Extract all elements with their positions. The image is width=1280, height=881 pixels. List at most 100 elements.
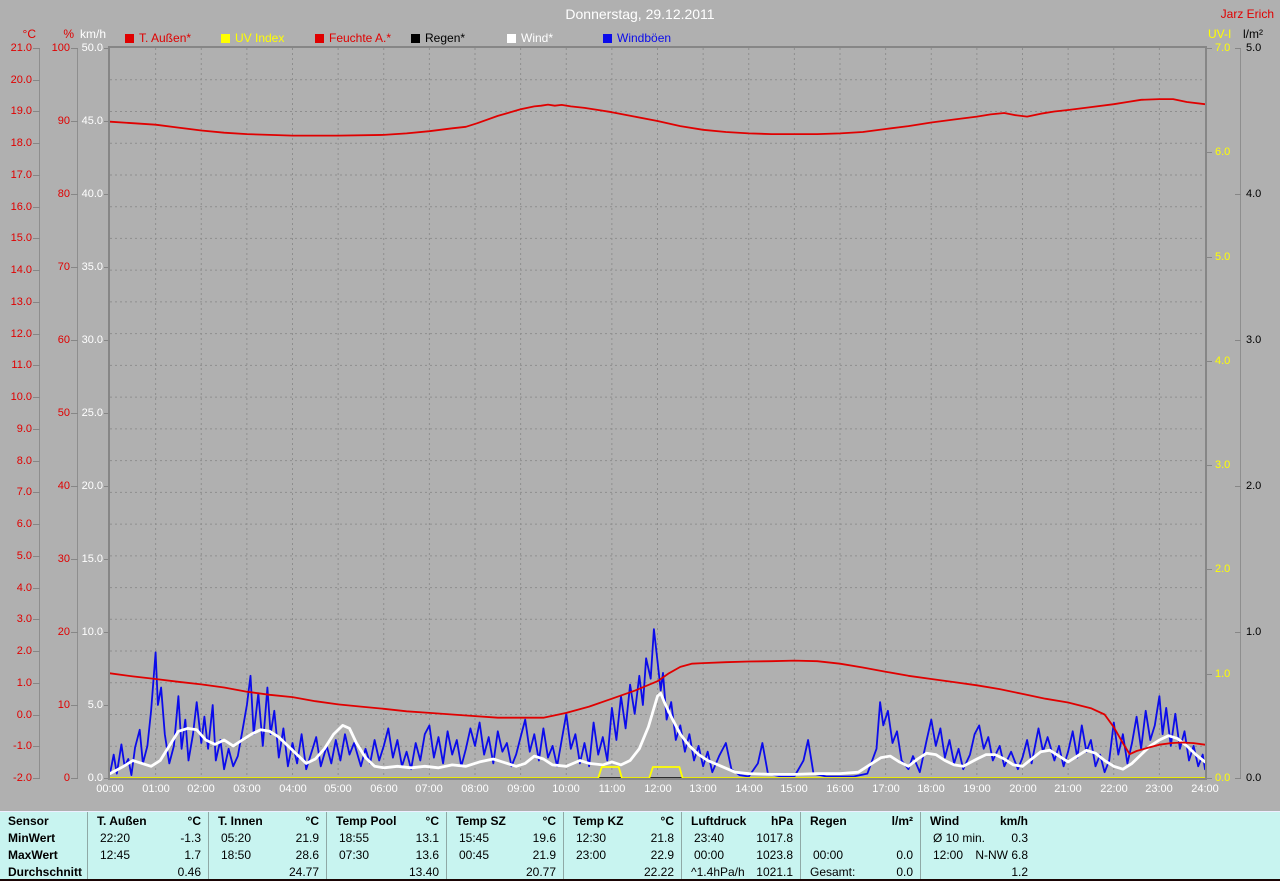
table-row-label: Durchschnitt xyxy=(8,864,82,880)
x-tick-label: 17:00 xyxy=(864,783,908,795)
tick-mark-lpm xyxy=(1235,632,1241,633)
x-tick-label: 03:00 xyxy=(225,783,269,795)
x-tick-label: 23:00 xyxy=(1137,783,1181,795)
tick-label-kmh: 5.0 xyxy=(43,699,103,711)
tick-label-lpm: 0.0 xyxy=(1246,772,1261,784)
table-cell-value: N-NW 6.8 xyxy=(920,847,1028,863)
tick-label-kmh: 40.0 xyxy=(43,188,103,200)
tick-label-kmh: 20.0 xyxy=(43,480,103,492)
tick-mark-celsius xyxy=(33,143,40,144)
legend-label: T. Außen* xyxy=(139,31,191,45)
tick-mark-lpm xyxy=(1235,778,1241,779)
legend-label: Windböen xyxy=(617,31,671,45)
legend-swatch-icon xyxy=(603,34,612,43)
table-cell-value: 1.2 xyxy=(920,864,1028,880)
tick-label-uv: 3.0 xyxy=(1215,459,1230,471)
tick-label-celsius: 17.0 xyxy=(0,169,32,181)
tick-mark-celsius xyxy=(33,175,40,176)
tick-label-celsius: 4.0 xyxy=(0,582,32,594)
tick-mark-lpm xyxy=(1235,340,1241,341)
tick-label-celsius: 1.0 xyxy=(0,677,32,689)
x-tick-label: 20:00 xyxy=(1001,783,1045,795)
summary-table: SensorMinWertMaxWertDurchschnittT. Außen… xyxy=(0,811,1280,880)
tick-mark-celsius xyxy=(33,429,40,430)
axis-line-lpm xyxy=(1240,48,1241,778)
table-cell-value: 28.6 xyxy=(208,847,319,863)
axis-header-celsius: °C xyxy=(12,27,36,41)
chart-canvas xyxy=(110,48,1205,778)
legend-swatch-icon xyxy=(411,34,420,43)
x-tick-label: 15:00 xyxy=(772,783,816,795)
table-cell-value: 13.6 xyxy=(326,847,439,863)
legend-item-6: Windböen xyxy=(603,31,671,45)
x-tick-label: 02:00 xyxy=(179,783,223,795)
tick-label-lpm: 4.0 xyxy=(1246,188,1261,200)
x-tick-label: 10:00 xyxy=(544,783,588,795)
tick-label-kmh: 50.0 xyxy=(43,42,103,54)
tick-label-uv: 7.0 xyxy=(1215,42,1230,54)
tick-mark-celsius xyxy=(33,524,40,525)
legend-item-4: Regen* xyxy=(411,31,465,45)
tick-mark-celsius xyxy=(33,619,40,620)
tick-label-celsius: 11.0 xyxy=(0,359,32,371)
table-cell-value: 13.1 xyxy=(326,830,439,846)
tick-label-lpm: 5.0 xyxy=(1246,42,1261,54)
table-cell-value: 0.0 xyxy=(800,847,913,863)
tick-label-uv: 2.0 xyxy=(1215,563,1230,575)
tick-mark-celsius xyxy=(33,746,40,747)
tick-label-celsius: -1.0 xyxy=(0,740,32,752)
x-tick-label: 16:00 xyxy=(818,783,862,795)
tick-label-kmh: 45.0 xyxy=(43,115,103,127)
table-cell-value: 24.77 xyxy=(208,864,319,880)
axis-header-lpm: l/m² xyxy=(1243,27,1263,41)
tick-label-celsius: 15.0 xyxy=(0,232,32,244)
weather-day-chart-window: Donnerstag, 29.12.2011 Jarz Erich °C % k… xyxy=(0,0,1280,881)
tick-label-celsius: 9.0 xyxy=(0,423,32,435)
legend-item-3: Feuchte A.* xyxy=(315,31,391,45)
tick-label-celsius: 13.0 xyxy=(0,296,32,308)
tick-mark-celsius xyxy=(33,461,40,462)
tick-mark-lpm xyxy=(1235,486,1241,487)
tick-label-celsius: 3.0 xyxy=(0,613,32,625)
table-cell-value: km/h xyxy=(920,813,1028,829)
x-tick-label: 00:00 xyxy=(88,783,132,795)
tick-mark-celsius xyxy=(33,651,40,652)
tick-mark-celsius xyxy=(33,492,40,493)
tick-mark-celsius xyxy=(33,238,40,239)
tick-mark-celsius xyxy=(33,397,40,398)
table-cell-value: 20.77 xyxy=(446,864,556,880)
x-tick-label: 19:00 xyxy=(955,783,999,795)
legend-item-5: Wind* xyxy=(507,31,553,45)
table-cell-value: l/m² xyxy=(800,813,913,829)
table-cell-value: -1.3 xyxy=(87,830,201,846)
table-cell-value: 1021.1 xyxy=(681,864,793,880)
x-tick-label: 08:00 xyxy=(453,783,497,795)
table-cell-value: 1023.8 xyxy=(681,847,793,863)
legend-item-1: T. Außen* xyxy=(125,31,191,45)
table-cell-value: hPa xyxy=(681,813,793,829)
table-cell-value: 0.3 xyxy=(920,830,1028,846)
table-cell-value: °C xyxy=(326,813,439,829)
tick-mark-celsius xyxy=(33,302,40,303)
table-cell-value: 22.9 xyxy=(563,847,674,863)
tick-label-kmh: 30.0 xyxy=(43,334,103,346)
tick-label-celsius: 10.0 xyxy=(0,391,32,403)
table-cell-value: 1.7 xyxy=(87,847,201,863)
tick-label-uv: 5.0 xyxy=(1215,251,1230,263)
tick-label-celsius: 20.0 xyxy=(0,74,32,86)
x-tick-label: 05:00 xyxy=(316,783,360,795)
x-tick-label: 04:00 xyxy=(271,783,315,795)
table-cell-value: °C xyxy=(208,813,319,829)
table-cell-value: 21.8 xyxy=(563,830,674,846)
x-tick-label: 18:00 xyxy=(909,783,953,795)
legend-swatch-icon xyxy=(315,34,324,43)
tick-label-kmh: 35.0 xyxy=(43,261,103,273)
table-cell-value: 0.0 xyxy=(800,864,913,880)
x-tick-label: 14:00 xyxy=(727,783,771,795)
x-tick-label: 06:00 xyxy=(362,783,406,795)
legend-label: Regen* xyxy=(425,31,465,45)
table-row-label: MinWert xyxy=(8,830,55,846)
tick-mark-celsius xyxy=(33,715,40,716)
tick-mark-celsius xyxy=(33,111,40,112)
chart-plot-area xyxy=(108,46,1207,780)
